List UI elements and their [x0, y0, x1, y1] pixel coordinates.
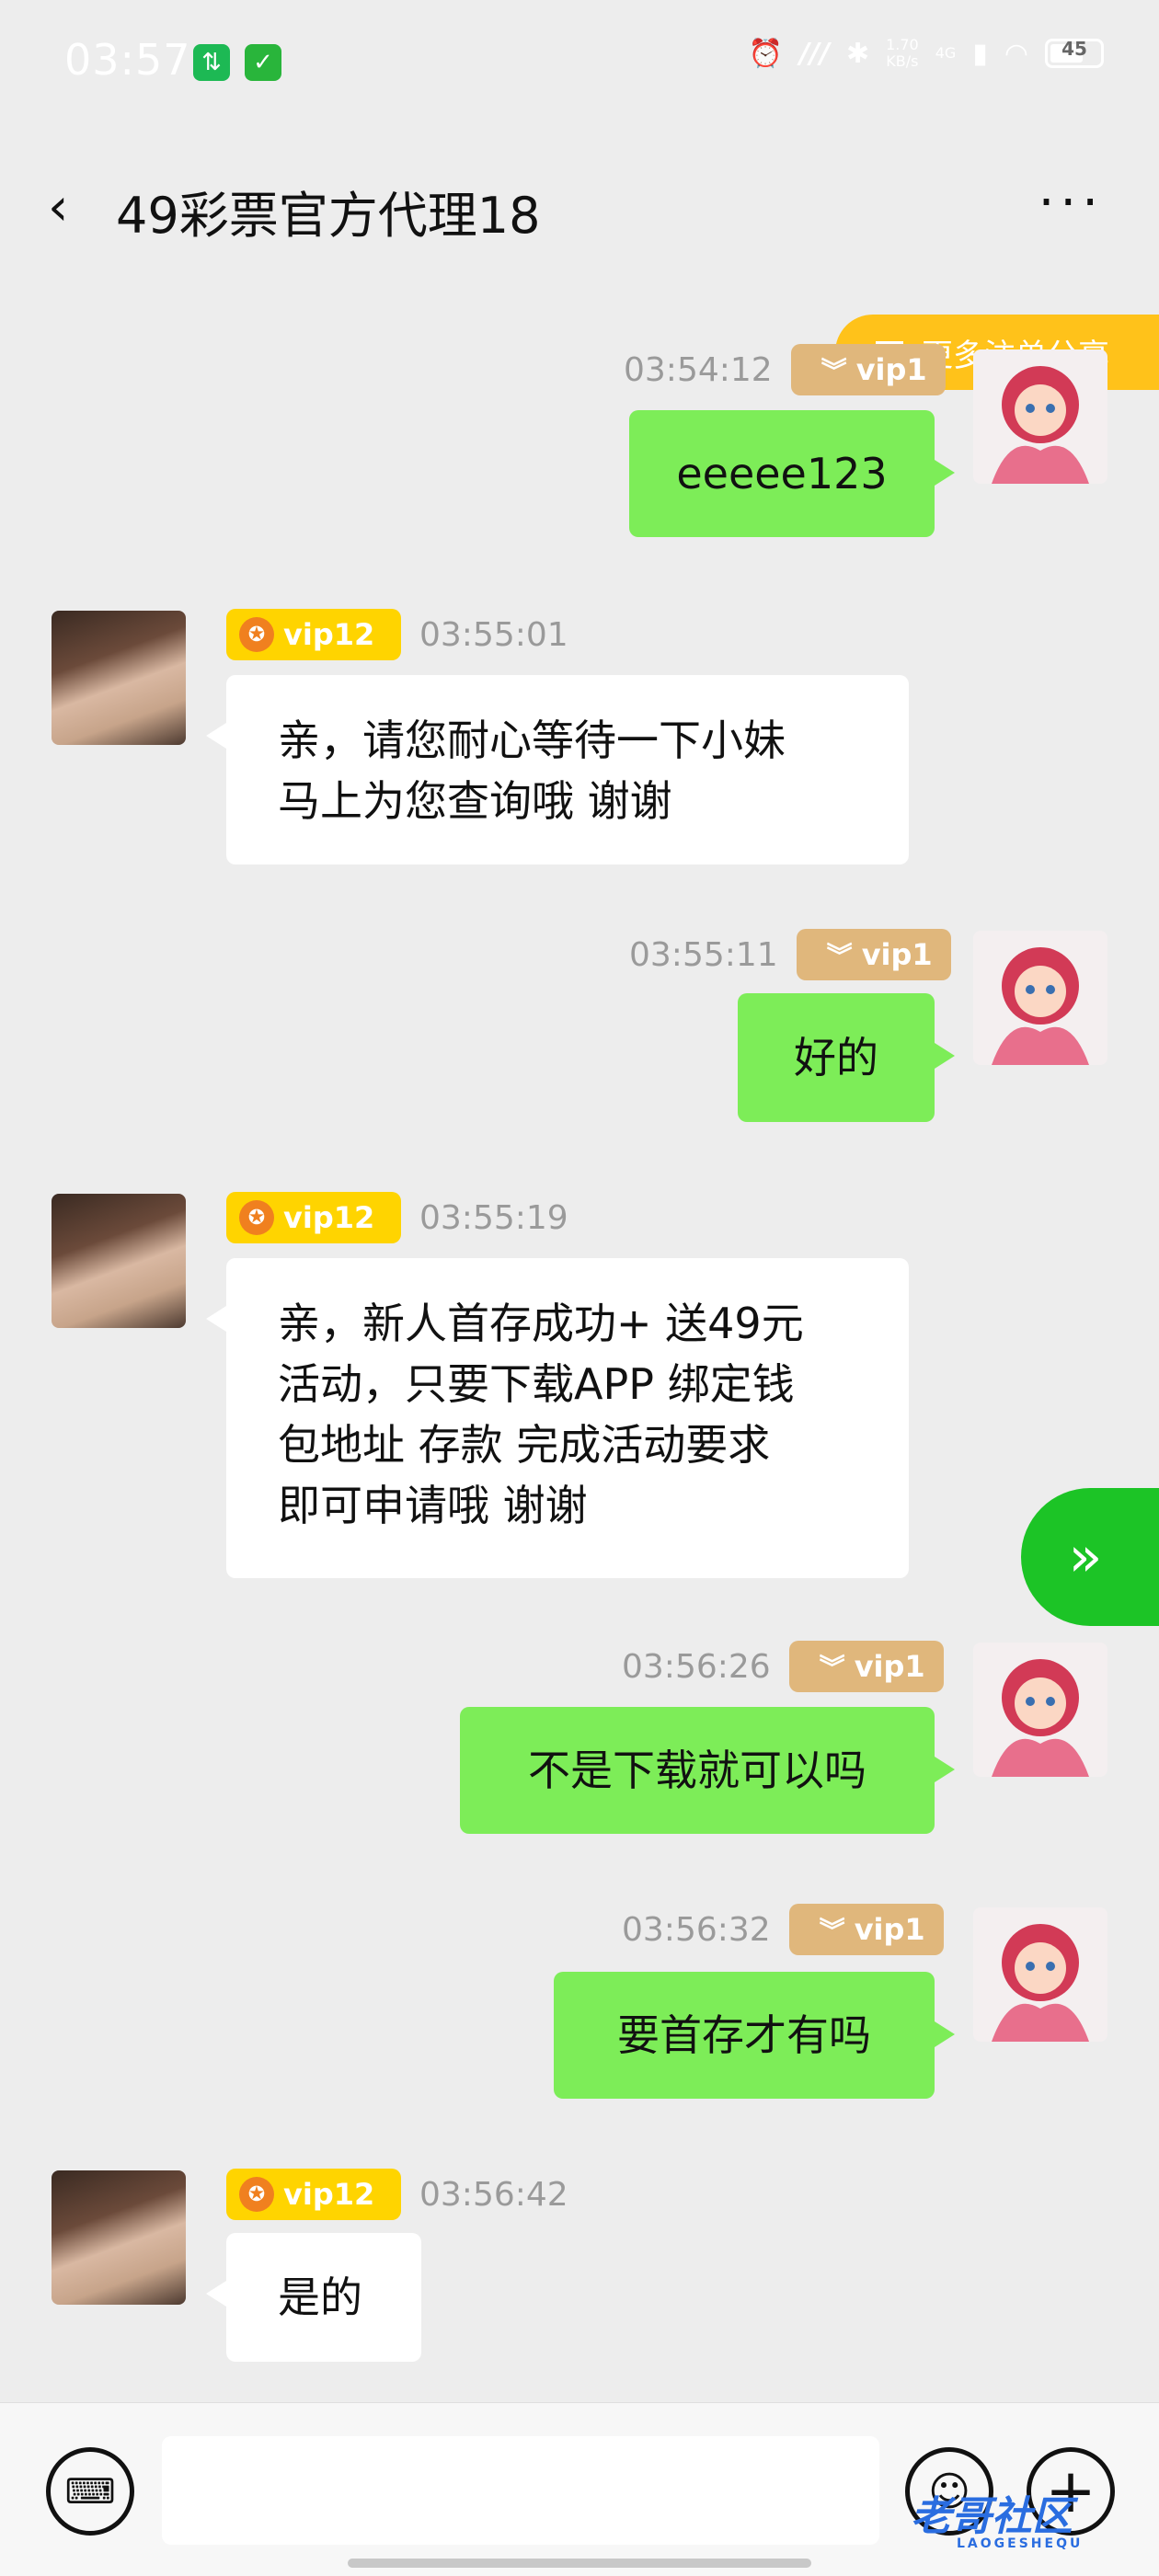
vip-badge: ✪ vip12	[226, 609, 401, 660]
message-text: 好的	[794, 1033, 878, 1082]
message-text: 是的	[278, 2273, 362, 2322]
self-avatar[interactable]	[973, 349, 1107, 484]
message-line: 活动，只要下载APP 绑定钱	[278, 1359, 795, 1409]
message-bubble-self[interactable]: 要首存才有吗	[554, 1972, 955, 2099]
message-meta: ✪ vip12 03:56:42	[226, 2169, 568, 2220]
message-time: 03:55:01	[419, 615, 568, 654]
vip-badge-label: vip1	[854, 1649, 925, 1684]
watermark-subtext: LAOGESHEQU	[957, 2536, 1084, 2551]
message-time: 03:54:12	[624, 350, 773, 389]
vip-badge-label: vip12	[283, 2177, 375, 2212]
message-line: 马上为您查询哦 谢谢	[278, 776, 672, 826]
wifi-icon: ◠	[1004, 37, 1028, 70]
rank-chevron-icon: ︾	[819, 1653, 845, 1683]
status-right: ⏰ /// ✱ 1.70 KB/s 4G ▮ ◠ 45	[749, 37, 1104, 70]
cell-signal-icon: ▮	[972, 37, 988, 70]
message-bubble-other[interactable]: 是的	[206, 2233, 421, 2362]
message-meta: 03:56:26 ︾ vip1	[622, 1641, 944, 1692]
double-chevron-right-icon: »	[1068, 1525, 1103, 1589]
self-avatar[interactable]	[973, 1643, 1107, 1777]
agent-avatar[interactable]	[52, 2170, 186, 2305]
more-options-button[interactable]: ···	[1039, 173, 1104, 233]
message-time: 03:55:11	[629, 935, 778, 974]
vip-medal-icon: ✪	[239, 617, 274, 652]
message-meta: 03:56:32 ︾ vip1	[622, 1904, 944, 1955]
message-bubble-self[interactable]: 好的	[738, 993, 955, 1122]
message-text: 要首存才有吗	[617, 2010, 871, 2060]
vip-badge: ✪ vip12	[226, 1192, 401, 1243]
chat-header: ‹ 49彩票官方代理18 ···	[0, 147, 1159, 267]
agent-avatar[interactable]	[52, 1194, 186, 1328]
message-meta: ✪ vip12 03:55:01	[226, 609, 568, 660]
message-text: 不是下载就可以吗	[528, 1746, 866, 1795]
message-bubble-other[interactable]: 亲，请您耐心等待一下小妹 马上为您查询哦 谢谢	[206, 675, 909, 864]
chat-title: 49彩票官方代理18	[116, 187, 541, 245]
vip-badge-label: vip12	[283, 1200, 375, 1235]
rank-chevron-icon: ︾	[826, 941, 853, 971]
network-speed: 1.70 KB/s	[886, 37, 919, 70]
app-notification-icon: ⇅	[193, 44, 230, 81]
message-meta: ✪ vip12 03:55:19	[226, 1192, 568, 1243]
vip-badge-label: vip12	[283, 617, 375, 652]
battery-icon: 45	[1045, 38, 1104, 68]
vip-medal-icon: ✪	[239, 2177, 274, 2212]
message-bubble-self[interactable]: eeeee123	[629, 410, 955, 537]
message-line: 亲，新人首存成功+ 送49元	[278, 1299, 804, 1348]
signal-speed-icon: ///	[799, 37, 830, 70]
message-line: 即可申请哦 谢谢	[278, 1481, 588, 1530]
rank-chevron-icon: ︾	[819, 1916, 845, 1946]
vip-badge: ︾ vip1	[790, 344, 946, 395]
battery-level: 45	[1061, 38, 1087, 60]
status-bar: 03:57 ⇅ ✓ ⏰ /// ✱ 1.70 KB/s 4G ▮ ◠ 45	[0, 0, 1159, 129]
watermark-logo: 老哥社区 LAOGESHEQU	[911, 2483, 1150, 2566]
agent-avatar[interactable]	[52, 611, 186, 745]
message-meta: 03:54:12 ︾ vip1	[624, 344, 946, 395]
vip-badge-label: vip1	[854, 1912, 925, 1947]
vip-badge: ︾ vip1	[788, 1641, 944, 1692]
message-time: 03:56:26	[622, 1647, 771, 1686]
vip-badge-label: vip1	[855, 352, 927, 387]
check-notification-icon: ✓	[245, 44, 281, 81]
message-line: 亲，请您耐心等待一下小妹	[278, 716, 786, 765]
vip-badge-label: vip1	[861, 937, 933, 972]
alarm-icon: ⏰	[748, 37, 784, 70]
chevron-left-icon[interactable]: ‹	[48, 182, 68, 234]
message-time: 03:56:32	[622, 1910, 771, 1949]
vip-medal-icon: ✪	[239, 1200, 274, 1235]
network-type: 4G	[935, 44, 957, 62]
message-time: 03:56:42	[419, 2175, 568, 2214]
network-speed-value: 1.70	[886, 36, 919, 53]
vip-badge: ︾ vip1	[796, 929, 951, 980]
vip-badge: ✪ vip12	[226, 2169, 401, 2220]
message-meta: 03:55:11 ︾ vip1	[629, 929, 951, 980]
status-time: 03:57	[64, 35, 191, 85]
rank-chevron-icon: ︾	[820, 356, 847, 386]
message-time: 03:55:19	[419, 1198, 568, 1237]
message-input[interactable]	[162, 2436, 879, 2545]
floating-action-button[interactable]: »	[1021, 1488, 1159, 1626]
self-avatar[interactable]	[973, 931, 1107, 1065]
keyboard-icon[interactable]: ⌨	[46, 2447, 134, 2536]
message-bubble-other[interactable]: 亲，新人首存成功+ 送49元 活动，只要下载APP 绑定钱 包地址 存款 完成活…	[206, 1258, 909, 1578]
message-text: eeeee123	[676, 449, 888, 498]
bluetooth-icon: ✱	[845, 37, 870, 70]
self-avatar[interactable]	[973, 1907, 1107, 2042]
network-speed-unit: KB/s	[886, 52, 919, 70]
watermark-text: 老哥社区	[911, 2493, 1073, 2540]
vip-badge: ︾ vip1	[788, 1904, 944, 1955]
message-bubble-self[interactable]: 不是下载就可以吗	[460, 1707, 955, 1834]
message-line: 包地址 存款 完成活动要求	[278, 1420, 771, 1470]
home-indicator[interactable]	[348, 2559, 811, 2568]
